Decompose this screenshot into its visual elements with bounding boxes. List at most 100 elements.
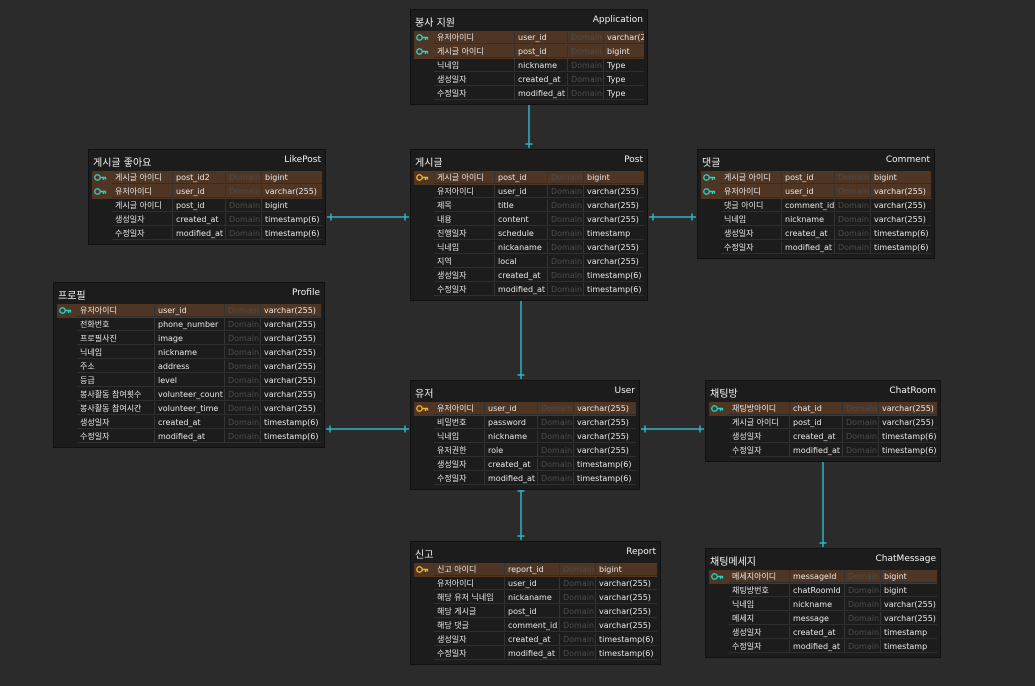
blank-key-cell bbox=[414, 458, 434, 471]
attribute-column-name: post_id bbox=[504, 605, 559, 618]
attribute-type: timestamp(6) bbox=[261, 213, 322, 226]
attribute-domain: Domain bbox=[547, 227, 583, 240]
attribute-row[interactable]: 게시글 아이디 post_id2 Domain bigint bbox=[92, 171, 322, 185]
attribute-row[interactable]: 게시글 아이디 post_id Domain varchar(255) bbox=[709, 416, 937, 430]
attribute-domain: Domain bbox=[547, 185, 583, 198]
attribute-row[interactable]: 유저아이디user_idDomainvarchar(255) bbox=[57, 304, 321, 318]
attribute-row[interactable]: 수정일자 modified_at Domain timestamp(6) bbox=[92, 227, 322, 241]
attribute-row[interactable]: 생성일자 created_at Domain timestamp(6) bbox=[57, 416, 321, 430]
attribute-type: varchar(255) bbox=[583, 199, 644, 212]
attribute-row[interactable]: 주소 address Domain varchar(255) bbox=[57, 360, 321, 374]
entity-application[interactable]: 봉사 지원 Application 유저아이디 user_id Domain varcha… bbox=[410, 9, 648, 105]
attribute-row[interactable]: 닉네임 nickname Domain Type bbox=[414, 59, 644, 73]
attribute-column-name: created_at bbox=[504, 633, 559, 646]
blank-key-cell bbox=[709, 626, 729, 639]
attribute-row[interactable]: 닉네임 nickname Domain varchar(255) bbox=[414, 430, 636, 444]
attribute-column-name: modified_at bbox=[154, 430, 224, 443]
blank-key-cell bbox=[414, 577, 434, 590]
attribute-row[interactable]: 생성일자 created_at Domain timestamp(6) bbox=[414, 458, 636, 472]
attribute-row[interactable]: 수정일자 modified_at Domain Type bbox=[414, 87, 644, 101]
attribute-row[interactable]: 신고 아이디 report_id Domain bigint bbox=[414, 563, 657, 577]
attribute-row[interactable]: 수정일자 modified_at Domain timestamp bbox=[709, 640, 937, 654]
attribute-row[interactable]: 유저아이디user_idDomainvarchar(255) bbox=[414, 185, 644, 199]
attribute-domain: Domain bbox=[547, 213, 583, 226]
attribute-row[interactable]: 수정일자 modified_at Domain timestamp(6) bbox=[414, 283, 644, 297]
attribute-row[interactable]: 수정일자 modified_at Domain timestamp(6) bbox=[701, 241, 931, 255]
attribute-row[interactable]: 닉네임 nickaname Domain varchar(255) bbox=[414, 241, 644, 255]
attribute-type: timestamp(6) bbox=[595, 647, 657, 660]
attribute-type: bigint bbox=[595, 563, 657, 576]
attribute-korean-name: 유저아이디 bbox=[77, 304, 154, 317]
attribute-row[interactable]: 프로필사진 image Domain varchar(255) bbox=[57, 332, 321, 346]
entity-chatroom[interactable]: 채팅방 ChatRoom 채팅방아이디 chat_id Domain varchar(25… bbox=[705, 380, 941, 462]
attribute-row[interactable]: 해당 댓글 comment_id Domain varchar(255) bbox=[414, 619, 657, 633]
entity-chatmessage[interactable]: 채팅메세지 ChatMessage 메세지아이디 messageId Domain big… bbox=[705, 548, 941, 658]
attribute-row[interactable]: 채팅방번호 chatRoomId Domain bigint bbox=[709, 584, 937, 598]
entity-likepost[interactable]: 게시글 좋아요 LikePost 게시글 아이디 post_id2 Domain bigi… bbox=[88, 149, 326, 245]
attribute-row[interactable]: 게시글 아이디 post_id Domain bigint bbox=[701, 171, 931, 185]
attribute-column-name: volunteer_count bbox=[154, 388, 224, 401]
attribute-row[interactable]: 제목 title Domain varchar(255) bbox=[414, 199, 644, 213]
attribute-row[interactable]: 생성일자 created_at Domain timestamp(6) bbox=[709, 430, 937, 444]
entity-profile[interactable]: 프로필 Profile 유저아이디 user_id Domain varchar(255)… bbox=[53, 282, 325, 448]
attribute-row[interactable]: 해당 게시글 post_id Domain varchar(255) bbox=[414, 605, 657, 619]
attribute-row[interactable]: 생성일자 created_at Domain Type bbox=[414, 73, 644, 87]
blank-key-cell bbox=[57, 402, 77, 415]
attribute-row[interactable]: 생성일자 created_at Domain timestamp(6) bbox=[701, 227, 931, 241]
attribute-row[interactable]: 비밀번호 password Domain varchar(255) bbox=[414, 416, 636, 430]
attribute-row[interactable]: 유저권한 role Domain varchar(255) bbox=[414, 444, 636, 458]
entity-korean-name: 게시글 bbox=[415, 158, 443, 169]
entity-user[interactable]: 유저 User 유저아이디 user_id Domain varchar(255) 비밀번호… bbox=[410, 380, 640, 490]
attribute-row[interactable]: 메세지 message Domain varchar(255) bbox=[709, 612, 937, 626]
attribute-row[interactable]: 등급 level Domain varchar(255) bbox=[57, 374, 321, 388]
blank-key-cell bbox=[709, 444, 729, 457]
attribute-row[interactable]: 유저아이디user_idDomainvarchar(255) bbox=[92, 185, 322, 199]
attribute-row[interactable]: 수정일자 modified_at Domain timestamp(6) bbox=[414, 647, 657, 661]
attribute-domain: Domain bbox=[567, 45, 603, 58]
attribute-row[interactable]: 닉네임 nickname Domain varchar(255) bbox=[709, 598, 937, 612]
foreign-key-icon bbox=[709, 402, 729, 415]
attribute-korean-name: 수정일자 bbox=[434, 283, 494, 296]
attribute-row[interactable]: 진행일자 schedule Domain timestamp bbox=[414, 227, 644, 241]
attribute-row[interactable]: 봉사활동 참여시간 volunteer_time Domain varchar(255… bbox=[57, 402, 321, 416]
attribute-row[interactable]: 내용 content Domain varchar(255) bbox=[414, 213, 644, 227]
entity-comment[interactable]: 댓글 Comment 게시글 아이디 post_id Domain bigint 유저아이디… bbox=[697, 149, 935, 259]
attribute-row[interactable]: 게시글 아이디 post_id Domain bigint bbox=[92, 199, 322, 213]
entity-report[interactable]: 신고 Report 신고 아이디 report_id Domain bigint 유저아이디… bbox=[410, 541, 661, 665]
attribute-type: bigint bbox=[261, 171, 322, 184]
attribute-row[interactable]: 게시글 아이디 post_id Domain bigint bbox=[414, 45, 644, 59]
attribute-row[interactable]: 해당 유저 닉네임 nickaname Domain varchar(255) bbox=[414, 591, 657, 605]
attribute-row[interactable]: 댓글 아이디 comment_id Domain varchar(255) bbox=[701, 199, 931, 213]
attribute-row[interactable]: 지역 local Domain varchar(255) bbox=[414, 255, 644, 269]
attribute-row[interactable]: 게시글 아이디 post_id Domain bigint bbox=[414, 171, 644, 185]
attribute-row[interactable]: 채팅방아이디 chat_id Domain varchar(255) bbox=[709, 402, 937, 416]
attribute-type: timestamp(6) bbox=[583, 283, 644, 296]
attribute-row[interactable]: 메세지아이디 messageId Domain bigint bbox=[709, 570, 937, 584]
attribute-row[interactable]: 닉네임 nickname Domain varchar(255) bbox=[701, 213, 931, 227]
attribute-row[interactable]: 수정일자 modified_at Domain timestamp(6) bbox=[57, 430, 321, 444]
attribute-row[interactable]: 생성일자 created_at Domain timestamp(6) bbox=[92, 213, 322, 227]
attribute-column-name: modified_at bbox=[504, 647, 559, 660]
attribute-row[interactable]: 유저아이디user_idDomainvarchar(255) bbox=[414, 402, 636, 416]
attribute-row[interactable]: 전화번호 phone_number Domain varchar(255) bbox=[57, 318, 321, 332]
entity-post[interactable]: 게시글 Post 게시글 아이디 post_id Domain bigint 유저아이디 us… bbox=[410, 149, 648, 301]
attribute-korean-name: 수정일자 bbox=[77, 430, 154, 443]
attribute-row[interactable]: 봉사활동 참여횟수 volunteer_count Domain varchar(25… bbox=[57, 388, 321, 402]
attribute-row[interactable]: 생성일자 created_at Domain timestamp(6) bbox=[414, 633, 657, 647]
entity-english-name: ChatRoom bbox=[889, 386, 936, 396]
attribute-korean-name: 닉네임 bbox=[434, 59, 514, 72]
attribute-domain: Domain bbox=[567, 59, 603, 72]
attribute-row[interactable]: 닉네임 nickname Domain varchar(255) bbox=[57, 346, 321, 360]
attribute-row[interactable]: 생성일자 created_at Domain timestamp bbox=[709, 626, 937, 640]
attribute-row[interactable]: 유저아이디user_idDomainvarchar(255) bbox=[414, 31, 644, 45]
attribute-column-name: report_id bbox=[504, 563, 559, 576]
attribute-row[interactable]: 유저아이디user_idDomainvarchar(255) bbox=[414, 577, 657, 591]
attribute-row[interactable]: 생성일자 created_at Domain timestamp(6) bbox=[414, 269, 644, 283]
attribute-row[interactable]: 수정일자 modified_at Domain timestamp(6) bbox=[709, 444, 937, 458]
attribute-column-name: created_at bbox=[781, 227, 834, 240]
attribute-row[interactable]: 수정일자 modified_at Domain timestamp(6) bbox=[414, 472, 636, 486]
attribute-domain: Domain bbox=[547, 199, 583, 212]
attribute-domain: Domain bbox=[559, 577, 595, 590]
attribute-row[interactable]: 유저아이디user_idDomainvarchar(255) bbox=[701, 185, 931, 199]
attribute-korean-name: 생성일자 bbox=[729, 430, 789, 443]
